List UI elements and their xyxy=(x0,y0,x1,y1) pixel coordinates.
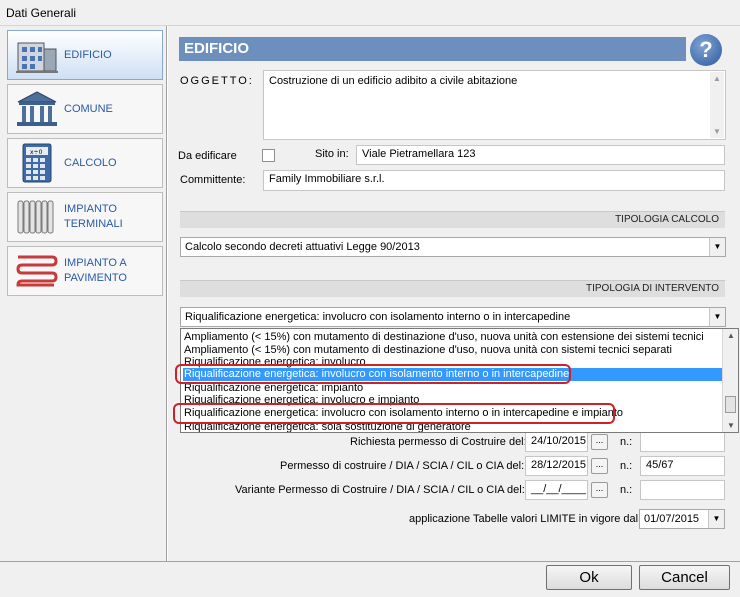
sidebar-item-label: IMPIANTO TERMINALI xyxy=(64,203,123,230)
section-label: TIPOLOGIA DI INTERVENTO xyxy=(586,283,719,294)
da-edificare-checkbox[interactable] xyxy=(262,149,275,162)
ok-button[interactable]: Ok xyxy=(546,565,632,590)
richiesta-label: Richiesta permesso di Costruire del: xyxy=(350,436,527,448)
tabelle-label: applicazione Tabelle valori LIMITE in vi… xyxy=(409,513,639,525)
tipologia-calcolo-select[interactable]: Calcolo secondo decreti attuativi Legge … xyxy=(180,237,726,257)
committente-field[interactable]: Family Immobiliare s.r.l. xyxy=(263,170,725,191)
tabelle-date-value: 01/07/2015 xyxy=(644,513,700,525)
chevron-down-icon[interactable]: ▼ xyxy=(708,510,724,528)
page-title: EDIFICIO xyxy=(184,40,250,57)
tipologia-intervento-select[interactable]: Riqualificazione energetica: involucro c… xyxy=(180,307,726,327)
sidebar-item-comune[interactable]: COMUNE xyxy=(7,84,163,134)
scroll-down-icon[interactable]: ▼ xyxy=(727,421,735,430)
scrollbar-thumb[interactable] xyxy=(725,396,736,413)
richiesta-n-field[interactable] xyxy=(640,432,725,452)
variante-n-label: n.: xyxy=(620,484,633,496)
sidebar-item-label: EDIFICIO xyxy=(64,48,112,61)
sidebar-item-label: COMUNE xyxy=(64,102,113,115)
scroll-up-icon[interactable]: ▲ xyxy=(713,74,721,83)
permesso-label: Permesso di costruire / DIA / SCIA / CIL… xyxy=(280,460,525,472)
da-edificare-label: Da edificare xyxy=(178,150,237,162)
oggetto-value: Costruzione di un edificio adibito a civ… xyxy=(269,75,518,87)
dropdown-option[interactable]: Ampliamento (< 15%) con mutamento di des… xyxy=(183,331,723,344)
radiator-icon xyxy=(17,200,54,234)
variante-label: Variante Permesso di Costruire / DIA / S… xyxy=(235,484,525,496)
permesso-n-field[interactable]: 45/67 xyxy=(640,456,725,476)
calculator-icon: x÷0 xyxy=(22,143,52,183)
section-tipologia-intervento: TIPOLOGIA DI INTERVENTO xyxy=(180,280,725,297)
highlight-annotation xyxy=(175,364,571,384)
sidebar-item-impianto-pavimento[interactable]: IMPIANTO A PAVIMENTO xyxy=(7,246,163,296)
scroll-up-icon[interactable]: ▲ xyxy=(727,331,735,340)
sidebar-item-label: IMPIANTO A PAVIMENTO xyxy=(64,257,127,284)
variante-n-field[interactable] xyxy=(640,480,725,500)
tipologia-intervento-value: Riqualificazione energetica: involucro c… xyxy=(185,311,571,323)
cancel-button[interactable]: Cancel xyxy=(639,565,730,590)
richiesta-n-label: n.: xyxy=(620,436,633,448)
permesso-n-label: n.: xyxy=(620,460,633,472)
floor-heating-icon xyxy=(16,255,58,287)
chevron-down-icon[interactable]: ▼ xyxy=(709,238,725,256)
chevron-down-icon[interactable]: ▼ xyxy=(709,308,725,326)
sidebar: EDIFICIO COMUNE x÷0 CALCOLO IMPIANTO TER… xyxy=(0,26,167,561)
permesso-date-field[interactable]: 28/12/2015 xyxy=(525,456,588,476)
permesso-date-picker-button[interactable]: ... xyxy=(591,458,608,474)
window-title: Dati Generali xyxy=(6,6,77,20)
oggetto-label: OGGETTO: xyxy=(180,75,254,87)
oggetto-textarea[interactable]: Costruzione di un edificio adibito a civ… xyxy=(263,70,726,140)
richiesta-date-picker-button[interactable]: ... xyxy=(591,434,608,450)
section-tipologia-calcolo: TIPOLOGIA CALCOLO xyxy=(180,211,725,228)
town-hall-icon xyxy=(17,91,57,126)
page-header: EDIFICIO xyxy=(179,37,686,61)
sidebar-item-edificio[interactable]: EDIFICIO xyxy=(7,30,163,80)
scroll-down-icon[interactable]: ▼ xyxy=(713,127,721,136)
svg-text:x÷0: x÷0 xyxy=(30,149,43,156)
tabelle-date-select[interactable]: 01/07/2015 ▼ xyxy=(639,509,725,529)
sito-label: Sito in: xyxy=(315,148,349,160)
tipologia-calcolo-value: Calcolo secondo decreti attuativi Legge … xyxy=(185,241,420,253)
section-label: TIPOLOGIA CALCOLO xyxy=(615,214,719,225)
variante-date-field[interactable]: __/__/____ xyxy=(525,480,588,500)
sidebar-item-calcolo[interactable]: x÷0 CALCOLO xyxy=(7,138,163,188)
richiesta-date-field[interactable]: 24/10/2015 xyxy=(525,432,588,452)
sito-field[interactable]: Viale Pietramellara 123 xyxy=(356,145,725,165)
committente-label: Committente: xyxy=(180,174,246,186)
main-panel: EDIFICIO ? OGGETTO: Costruzione di un ed… xyxy=(168,26,740,561)
footer: Ok Cancel xyxy=(0,561,740,597)
building-icon xyxy=(16,42,58,73)
help-button[interactable]: ? xyxy=(690,34,722,66)
sidebar-item-impianto-terminali[interactable]: IMPIANTO TERMINALI xyxy=(7,192,163,242)
dropdown-scrollbar[interactable]: ▲ ▼ xyxy=(722,329,738,432)
title-bar: Dati Generali xyxy=(0,0,740,26)
sidebar-item-label: CALCOLO xyxy=(64,156,117,169)
variante-date-picker-button[interactable]: ... xyxy=(591,482,608,498)
oggetto-scrollbar[interactable]: ▲ ▼ xyxy=(710,72,724,138)
highlight-annotation xyxy=(173,403,615,424)
